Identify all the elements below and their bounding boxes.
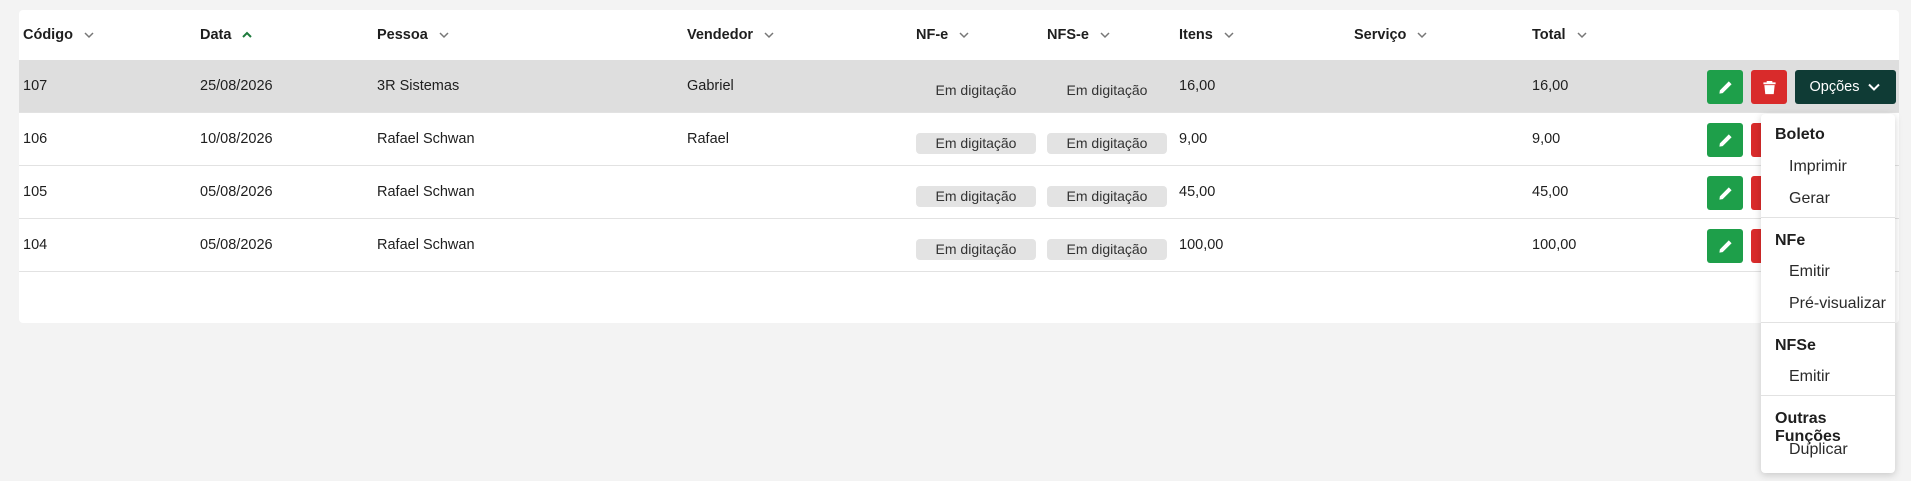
chevron-down-icon [763,29,775,41]
cell-total: 16,00 [1532,78,1569,94]
cell-data: 25/08/2026 [200,78,273,94]
menu-item-nfe-emitir[interactable]: Emitir [1789,263,1830,281]
sort-ascending-icon [241,29,253,41]
menu-divider [1761,322,1895,323]
status-badge: Em digitação [916,185,1036,207]
status-badge: Em digitação [935,81,1017,98]
menu-item-boleto-gerar[interactable]: Gerar [1789,190,1830,208]
chevron-down-icon [1868,83,1881,91]
chevron-down-icon [1416,29,1428,41]
cell-codigo: 105 [23,184,48,200]
menu-divider [1761,395,1895,396]
column-header-nfse[interactable]: NFS-e [1047,10,1111,60]
cell-data: 10/08/2026 [200,131,273,147]
cell-nfe: Em digitação [916,113,1036,165]
cell-pessoa: Rafael Schwan [377,237,475,253]
column-header-vendedor[interactable]: Vendedor [687,10,775,60]
cell-nfse: Em digitação [1047,60,1167,112]
cell-nfse: Em digitação [1047,113,1167,165]
column-header-data[interactable]: Data [200,10,253,60]
cell-nfse: Em digitação [1047,219,1167,271]
table-row[interactable]: 105 05/08/2026 Rafael Schwan Em digitaçã… [19,166,1899,219]
cell-itens: 9,00 [1179,131,1208,147]
cell-itens: 45,00 [1179,184,1216,200]
chevron-down-icon [1099,29,1111,41]
menu-heading-nfe: NFe [1775,232,1806,249]
cell-vendedor: Rafael [687,131,729,147]
column-header-pessoa[interactable]: Pessoa [377,10,450,60]
status-badge: Em digitação [1066,81,1148,98]
table-row[interactable]: 104 05/08/2026 Rafael Schwan Em digitaçã… [19,219,1899,272]
status-badge: Em digitação [916,132,1036,154]
column-header-nfe[interactable]: NF-e [916,10,970,60]
menu-heading-boleto: Boleto [1775,126,1825,143]
column-header-servico[interactable]: Serviço [1354,10,1428,60]
status-badge: Em digitação [1047,238,1167,260]
pencil-icon [1718,133,1732,147]
menu-divider [1761,217,1895,218]
menu-item-nfe-pre-visualizar[interactable]: Pré-visualizar [1789,295,1886,313]
delete-button[interactable] [1751,70,1787,104]
cell-nfe: Em digitação [916,166,1036,218]
menu-item-boleto-imprimir[interactable]: Imprimir [1789,158,1847,176]
cell-itens: 100,00 [1179,237,1224,253]
chevron-down-icon [1576,29,1588,41]
column-header-total[interactable]: Total [1532,10,1588,60]
cell-pessoa: Rafael Schwan [377,131,475,147]
table-header-row: Código Data Pessoa Vendedor NF-e NFS-e I… [19,10,1899,60]
chevron-down-icon [438,29,450,41]
cell-pessoa: 3R Sistemas [377,78,460,94]
table-row[interactable]: 107 25/08/2026 3R Sistemas Gabriel Em di… [19,60,1899,113]
cell-codigo: 104 [23,237,48,253]
cell-total: 100,00 [1532,237,1577,253]
cell-total: 45,00 [1532,184,1569,200]
trash-icon [1762,80,1776,94]
cell-itens: 16,00 [1179,78,1216,94]
cell-total: 9,00 [1532,131,1561,147]
menu-heading-nfse: NFSe [1775,337,1816,354]
cell-pessoa: Rafael Schwan [377,184,475,200]
edit-button[interactable] [1707,229,1743,263]
status-badge: Em digitação [916,238,1036,260]
cell-nfe: Em digitação [916,219,1036,271]
cell-codigo: 107 [23,78,48,94]
menu-item-nfse-emitir[interactable]: Emitir [1789,368,1830,386]
cell-nfse: Em digitação [1047,166,1167,218]
cell-nfe: Em digitação [916,60,1036,112]
chevron-down-icon [83,29,95,41]
cell-data: 05/08/2026 [200,237,273,253]
orders-table-card: Código Data Pessoa Vendedor NF-e NFS-e I… [19,10,1899,323]
pencil-icon [1718,80,1732,94]
column-header-itens[interactable]: Itens [1179,10,1235,60]
edit-button[interactable] [1707,176,1743,210]
chevron-down-icon [958,29,970,41]
column-header-codigo[interactable]: Código [23,10,95,60]
pencil-icon [1718,186,1732,200]
cell-codigo: 106 [23,131,48,147]
options-button[interactable]: Opções [1795,70,1896,104]
status-badge: Em digitação [1047,132,1167,154]
cell-data: 05/08/2026 [200,184,273,200]
menu-item-duplicar[interactable]: Duplicar [1789,441,1848,459]
pencil-icon [1718,239,1732,253]
cell-vendedor: Gabriel [687,78,734,94]
status-badge: Em digitação [1047,185,1167,207]
edit-button[interactable] [1707,123,1743,157]
options-dropdown-menu: Boleto Imprimir Gerar NFe Emitir Pré-vis… [1761,114,1895,473]
chevron-down-icon [1223,29,1235,41]
table-row[interactable]: 106 10/08/2026 Rafael Schwan Rafael Em d… [19,113,1899,166]
edit-button[interactable] [1707,70,1743,104]
